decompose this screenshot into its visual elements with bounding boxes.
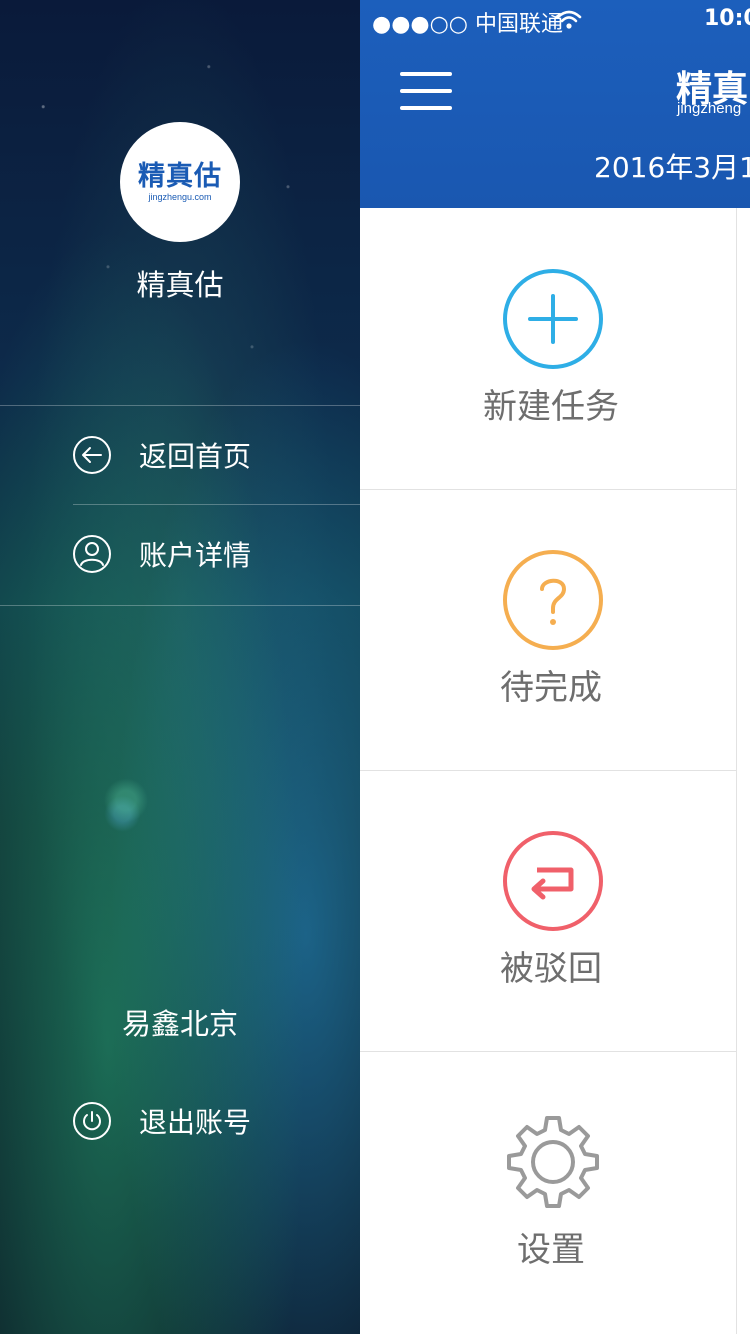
tile-label: 待完成 (500, 668, 602, 708)
logo-subtext: jingzhengu.com (148, 191, 212, 202)
tile-label: 设置 (517, 1230, 585, 1270)
header-date: 2016年3月1 (594, 151, 750, 184)
carrier-signal: ●●●○○ 中国联通 (372, 12, 563, 37)
user-name: 易鑫北京 (121, 1007, 238, 1041)
app-name: 精真估 (136, 268, 224, 302)
user-circle-icon (73, 535, 111, 573)
logo-text: 精真估 (138, 160, 222, 192)
app-logo: 精真估 jingzhengu.com (120, 122, 240, 242)
plus-circle-icon (503, 269, 603, 369)
status-time: 10:0 (704, 6, 750, 31)
menu-toggle-button[interactable] (400, 72, 452, 110)
logout-label: 退出账号 (139, 1106, 252, 1139)
menu-item-account[interactable]: 账户详情 (0, 504, 360, 604)
hamburger-icon (400, 106, 452, 110)
hamburger-icon (400, 89, 452, 93)
tile-settings[interactable]: 设置 (360, 1052, 736, 1332)
menu-item-label: 账户详情 (139, 539, 252, 572)
wifi-icon (556, 10, 582, 29)
back-arrow-circle-icon (73, 436, 111, 474)
menu-item-label: 返回首页 (139, 440, 252, 473)
return-circle-icon (503, 831, 603, 931)
tile-pending[interactable]: 待完成 (360, 490, 736, 771)
main-panel: ●●●○○ 中国联通 10:0 精真 jingzheng 2016年3月1 新建… (360, 0, 750, 1334)
side-drawer: 精真估 jingzhengu.com 精真估 返回首页 账户详情 易鑫北京 退出… (0, 0, 360, 1334)
hamburger-icon (400, 72, 452, 76)
tile-label: 被驳回 (500, 949, 602, 989)
divider (0, 605, 360, 606)
gear-icon (507, 1116, 599, 1208)
header-brand-sub: jingzheng (677, 100, 742, 117)
tile-rejected[interactable]: 被驳回 (360, 771, 736, 1052)
tile-new-task[interactable]: 新建任务 (360, 209, 736, 490)
header-bar: ●●●○○ 中国联通 10:0 精真 jingzheng 2016年3月1 (360, 0, 750, 208)
question-circle-icon (503, 550, 603, 650)
logout-button[interactable]: 退出账号 (0, 1071, 360, 1171)
power-icon (73, 1102, 111, 1140)
menu-item-home[interactable]: 返回首页 (0, 405, 360, 505)
tile-label: 新建任务 (483, 387, 619, 427)
column-divider (736, 208, 737, 1334)
